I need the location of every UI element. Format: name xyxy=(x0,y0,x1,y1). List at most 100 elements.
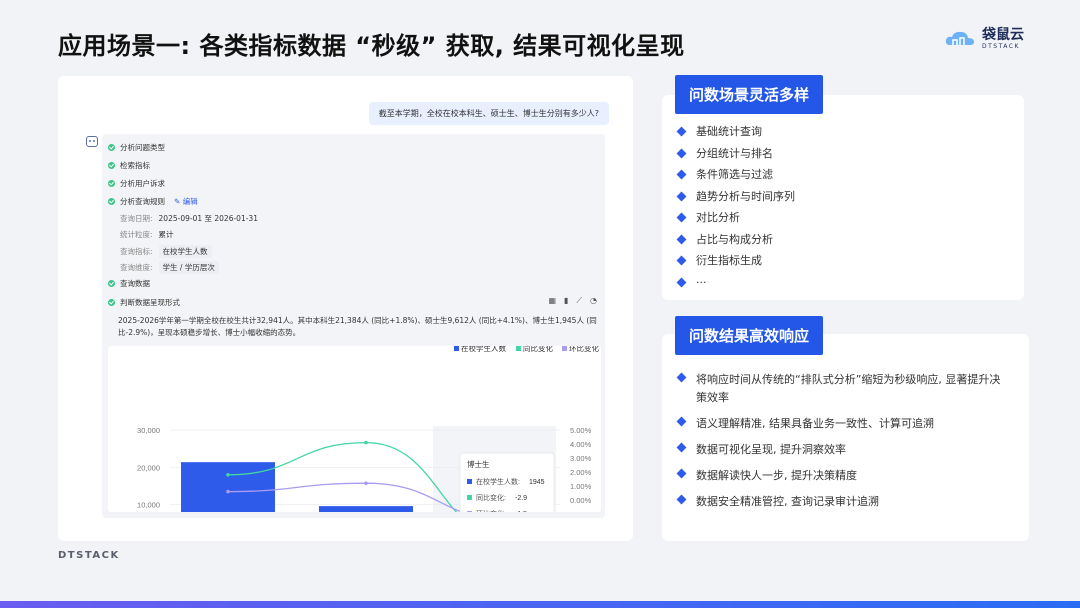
chat-card: 截至本学期，全校在校本科生、硕士生、博士生分别有多少人? 分析问题类型 检索指标… xyxy=(58,76,633,557)
check-icon xyxy=(108,280,115,287)
step-label: 分析查询规则 xyxy=(120,197,165,206)
mom-point xyxy=(226,489,230,494)
diamond-bullet-icon xyxy=(676,277,687,287)
list-item-text: ··· xyxy=(696,275,707,289)
list-item-text: 基础统计查询 xyxy=(696,125,762,138)
list-item: 占比与构成分析 xyxy=(676,232,795,247)
chart-toolbar: ▦ ▮ ⟋ ◔ xyxy=(548,296,597,306)
yoy-point xyxy=(364,440,368,445)
list-item: ··· xyxy=(676,275,795,290)
detail-label: 查询指标: xyxy=(120,247,153,256)
step-analyze-type: 分析问题类型 xyxy=(108,142,165,153)
tooltip-label: 同比变化: xyxy=(476,493,506,502)
diamond-bullet-icon xyxy=(676,416,687,427)
list-item-text: 语义理解精准, 结果具备业务一致性、计算可追溯 xyxy=(696,417,934,430)
y-left-tick: 30,000 xyxy=(137,426,160,435)
line-chart-icon[interactable]: ⟋ xyxy=(576,296,582,306)
page-title: 应用场景一: 各类指标数据 “秒级” 获取, 结果可视化呈现 xyxy=(58,32,685,60)
y-right-tick: 3.00% xyxy=(570,454,592,463)
tooltip-value: -2.9 xyxy=(515,495,527,502)
diamond-bullet-icon xyxy=(676,255,687,266)
y-left-tick: 20,000 xyxy=(137,463,160,472)
tooltip-label: 在校学生人数: xyxy=(476,477,520,486)
step-label: 检索指标 xyxy=(120,161,150,170)
list-item-text: 分组统计与排名 xyxy=(696,146,773,160)
y-left-tick: 10,000 xyxy=(137,501,160,510)
list-item: 语义理解精准, 结果具备业务一致性、计算可追溯 xyxy=(676,415,1001,433)
detail-dimension: 查询维度: 学生 / 学历层次 xyxy=(120,261,219,274)
bar xyxy=(319,506,413,542)
list-item: 趋势分析与时间序列 xyxy=(676,190,795,204)
legend-label: 环比变化 xyxy=(569,346,599,353)
diamond-bullet-icon xyxy=(676,212,687,223)
response-panel: 将响应时间从传统的“排队式分析”缩短为秒级响应, 显著提升决策效率语义理解精准,… xyxy=(662,334,1029,541)
list-item-text: 占比与构成分析 xyxy=(696,232,773,246)
list-item: 分组统计与排名 xyxy=(676,146,795,161)
step-present: 判断数据呈现形式 xyxy=(108,297,180,308)
step-user-need: 分析用户诉求 xyxy=(108,178,165,189)
chart-container: 在校学生人数同比变化环比变化30,00020,00010,00005.00%4.… xyxy=(108,343,601,557)
list-item: 数据安全精准管控, 查询记录审计追溯 xyxy=(676,493,1001,511)
list-item: 数据解读快人一步, 提升决策精度 xyxy=(676,467,1001,485)
diamond-bullet-icon xyxy=(676,468,687,479)
bot-answer: 分析问题类型 检索指标 分析用户诉求 分析查询规则 ✎ 编辑 查询日期: 2025… xyxy=(102,134,605,557)
user-question: 截至本学期，全校在校本科生、硕士生、博士生分别有多少人? xyxy=(368,102,609,125)
diamond-bullet-icon xyxy=(676,191,687,201)
detail-label: 查询维度: xyxy=(120,263,153,272)
edit-link[interactable]: ✎ 编辑 xyxy=(174,196,198,207)
list-item-text: 条件筛选与过滤 xyxy=(696,168,773,181)
table-view-icon[interactable]: ▦ xyxy=(548,296,556,306)
list-item: 基础统计查询 xyxy=(676,125,795,139)
list-item-text: 对比分析 xyxy=(696,211,740,224)
diamond-bullet-icon xyxy=(676,148,687,158)
tooltip-value: 1945 xyxy=(529,479,545,486)
check-icon xyxy=(108,299,115,306)
list-item-text: 将响应时间从传统的“排队式分析”缩短为秒级响应, 显著提升决策效率 xyxy=(696,373,1001,404)
diamond-bullet-icon xyxy=(676,442,687,453)
step-query-data: 查询数据 xyxy=(108,278,150,289)
detail-label: 统计粒度: xyxy=(120,230,153,239)
diamond-bullet-icon xyxy=(676,494,687,505)
mom-point xyxy=(364,481,368,485)
response-panel-title: 问数结果高效响应 xyxy=(675,316,824,355)
logo-en: DTSTACK xyxy=(982,43,1020,50)
step-label: 判断数据呈现形式 xyxy=(120,298,180,307)
check-icon xyxy=(108,198,115,205)
result-summary: 2025-2026学年第一学期全校在校生共计32,941人。其中本科生21,38… xyxy=(118,316,597,337)
step-query-rules: 分析查询规则 ✎ 编辑 xyxy=(108,196,198,207)
detail-grain: 统计粒度: 累计 xyxy=(120,229,174,240)
combo-chart: 在校学生人数同比变化环比变化30,00020,00010,00005.00%4.… xyxy=(137,343,599,557)
y-right-tick: 5.00% xyxy=(570,426,592,435)
bar-chart-icon[interactable]: ▮ xyxy=(564,296,568,306)
tooltip-value: -1.5 xyxy=(515,511,527,512)
bot-icon xyxy=(86,136,98,147)
diamond-bullet-icon xyxy=(676,372,687,383)
diamond-bullet-icon xyxy=(676,234,687,244)
diamond-bullet-icon xyxy=(676,169,687,180)
scenario-panel: 基础统计查询 分组统计与排名 条件筛选与过滤趋势分析与时间序列对比分析占比与构成分析… xyxy=(662,95,1024,300)
legend-swatch xyxy=(516,346,521,351)
y-right-tick: 4.00% xyxy=(570,440,592,449)
diamond-bullet-icon xyxy=(676,126,687,137)
step-label: 分析用户诉求 xyxy=(120,179,165,188)
step-retrieve: 检索指标 xyxy=(108,160,150,171)
edit-label: 编辑 xyxy=(182,197,198,206)
tooltip-swatch xyxy=(467,495,472,500)
check-icon xyxy=(108,162,115,169)
bottom-accent-bar xyxy=(0,601,1080,608)
pie-chart-icon[interactable]: ◔ xyxy=(590,296,597,306)
response-list: 将响应时间从传统的“排队式分析”缩短为秒级响应, 显著提升决策效率语义理解精准,… xyxy=(676,371,1001,519)
detail-chip: 在校学生人数 xyxy=(158,245,212,258)
bar xyxy=(181,462,275,542)
y-right-tick: 2.00% xyxy=(570,468,592,477)
tooltip-swatch xyxy=(467,511,472,516)
legend-label: 同比变化 xyxy=(523,346,553,353)
y-right-tick: 1.00% xyxy=(570,482,592,491)
yoy-point xyxy=(226,473,230,477)
tooltip-swatch xyxy=(467,479,472,484)
list-item: 对比分析 xyxy=(676,211,795,225)
list-item-text: 衍生指标生成 xyxy=(696,254,762,267)
list-item-text: 数据解读快人一步, 提升决策精度 xyxy=(696,469,857,482)
detail-value: 2025-09-01 至 2026-01-31 xyxy=(158,214,258,223)
logo-cn: 袋鼠云 xyxy=(982,27,1024,43)
